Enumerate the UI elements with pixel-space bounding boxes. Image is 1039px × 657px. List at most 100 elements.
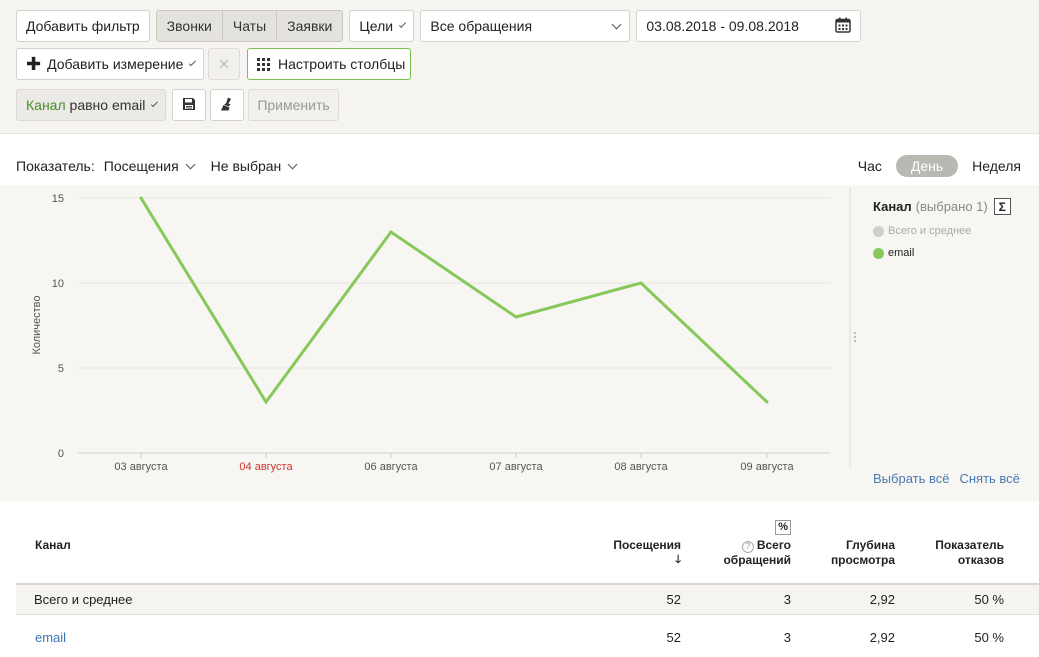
legend-item-email[interactable]: email [873,247,1011,259]
resize-handle-dot [854,336,856,338]
table-row[interactable]: email 52 3 2,92 50 % [16,622,1039,652]
sort-desc-icon: 🡓 [675,554,681,566]
chevron-down-icon [611,19,622,29]
filters-panel: Добавить фильтр Звонки Чаты Заявки Цели … [0,0,1039,134]
cell-total: 3 [783,592,791,607]
x-tick-label: 04 августа [239,461,293,473]
data-point [389,230,393,234]
metric2-value: Не выбран [210,158,282,174]
x-tick-label: 07 августа [489,461,543,473]
data-point [264,400,268,404]
legend-dot [873,225,884,237]
goals-dropdown[interactable]: Цели [349,10,415,42]
col-header-channel[interactable]: Канал [35,538,71,553]
legend-dot [873,247,884,259]
cell-visits: 52 [666,629,681,645]
y-tick-label: 15 [52,193,64,205]
period-hour[interactable]: Час [844,156,896,176]
resize-handle-dot [854,340,856,342]
tab-requests[interactable]: Заявки [277,11,343,41]
cell-channel-link[interactable]: email [35,630,66,645]
cell-total: 3 [783,629,791,645]
cell-depth: 2,92 [869,629,895,645]
sigma-icon[interactable]: Σ [993,198,1011,215]
col-header-visits[interactable]: Посещения 🡓 [586,538,681,568]
date-range-picker[interactable]: 03.08.2018 - 09.08.2018 [636,10,862,42]
period-switch: Час День Неделя [844,155,1035,177]
data-point [639,281,643,285]
requests-select[interactable]: Все обращения [420,10,631,42]
legend: Канал (выбрано 1) Σ Всего и среднее emai… [873,198,1011,259]
series-line-email [139,197,769,405]
filter-chip-condition: равно email [65,97,146,113]
grid-icon [257,57,270,71]
brush-icon [220,97,234,114]
close-icon: ✕ [218,55,230,72]
clear-dimension-button[interactable]: ✕ [208,48,240,80]
col-header-bounce-line1: Показатель [935,538,1004,552]
col-header-bounce-line2: отказов [957,553,1004,567]
select-all-link[interactable]: Выбрать всё [873,471,949,486]
goals-label: Цели [359,18,394,34]
y-tick-label: 5 [58,363,64,375]
plus-icon: ✚ [26,54,42,74]
col-header-depth-line1: Глубина [845,538,895,552]
add-dimension-button[interactable]: ✚ Добавить измерение [16,48,204,80]
col-header-visits-label: Посещения [613,538,681,552]
deselect-all-link[interactable]: Снять всё [959,471,1019,486]
legend-item-label: Всего и среднее [888,225,972,237]
save-filter-button[interactable] [172,89,206,121]
chevron-down-icon [189,58,197,66]
cell-bounce: 50 % [974,629,1004,645]
percent-toggle[interactable]: % [775,520,791,535]
period-week[interactable]: Неделя [958,156,1035,176]
x-tick-label: 06 августа [364,461,418,473]
metric-selector-bar: Показатель: Посещения Не выбран [16,158,298,174]
tab-chats[interactable]: Чаты [222,11,278,41]
requests-select-value: Все обращения [430,18,533,34]
cell-depth: 2,92 [869,592,895,607]
legend-item-label: email [888,247,915,259]
cell-bounce: 50 % [974,592,1004,607]
x-tick-label: 08 августа [614,461,668,473]
add-filter-button[interactable]: Добавить фильтр [16,10,150,42]
x-tick-label: 09 августа [740,461,794,473]
cell-channel: Всего и среднее [34,592,133,607]
table-row[interactable]: Всего и среднее 52 3 2,92 50 % [16,585,1039,615]
clear-filter-brush-button[interactable] [210,89,244,121]
legend-subtitle: (выбрано 1) [915,199,988,214]
legend-links: Выбрать всё Снять всё [873,471,1020,486]
configure-columns-button[interactable]: Настроить столбцы [247,48,411,80]
filter-chip-channel[interactable]: Канал равно email [16,89,166,121]
metric2-dropdown[interactable]: Не выбран [210,158,298,174]
chevron-down-icon [185,159,196,169]
calendar-icon [835,17,852,36]
x-tick-label: 03 августа [114,461,168,473]
chevron-down-icon [287,159,298,169]
col-header-total-line2: обращений [723,553,791,567]
apply-button[interactable]: Применить [248,89,339,121]
y-tick-label: 0 [58,448,64,460]
type-segment: Звонки Чаты Заявки [155,10,344,42]
metric-dropdown[interactable]: Посещения [104,158,196,174]
col-header-bounce[interactable]: Показатель отказов [909,538,1004,568]
filter-chip-field: Канал [26,97,66,113]
metric-label: Показатель: [16,158,95,174]
data-point [139,196,143,200]
legend-title: Канал [873,199,912,214]
chevron-down-icon [151,99,159,107]
col-header-total[interactable]: % ? Всего обращений [696,520,791,568]
date-range-value: 03.08.2018 - 09.08.2018 [646,18,799,34]
tab-calls[interactable]: Звонки [156,11,223,41]
col-header-depth[interactable]: Глубина просмотра [800,538,895,568]
col-header-total-line1: Всего [756,538,791,552]
save-icon [182,97,196,114]
resize-handle-dot [854,332,856,334]
y-tick-label: 10 [52,278,64,290]
period-day[interactable]: День [895,155,959,177]
data-point [514,315,518,319]
help-icon[interactable]: ? [741,540,754,553]
chevron-down-icon [399,20,407,28]
legend-item-total[interactable]: Всего и среднее [873,225,1011,237]
configure-columns-label: Настроить столбцы [278,56,406,72]
